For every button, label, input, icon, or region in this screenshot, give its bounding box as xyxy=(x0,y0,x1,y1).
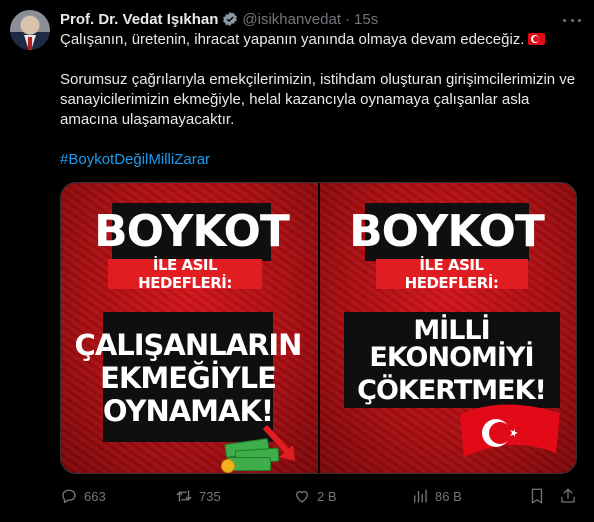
bookmark-icon xyxy=(531,488,543,504)
views-count: 86 B xyxy=(435,488,462,504)
author-name[interactable]: Prof. Dr. Vedat Işıkhan xyxy=(60,11,218,28)
poster-left-subtitle: İLE ASIL HEDEFLERİ: xyxy=(108,256,262,292)
like-button[interactable]: 2 B xyxy=(293,484,337,508)
tweet-header: Prof. Dr. Vedat Işıkhan @isikhanvedat · … xyxy=(60,9,378,29)
tweet-paragraph-2: Sorumsuz çağrılarıyla emekçilerimizin, i… xyxy=(60,71,576,128)
down-arrow-icon xyxy=(262,424,295,461)
poster-left-line: EKMEĞİYLE xyxy=(100,360,277,395)
retweet-button[interactable]: 735 xyxy=(175,484,221,508)
poster-right-line: MİLLİ EKONOMİYİ xyxy=(369,314,534,373)
views-chart-icon xyxy=(414,489,427,503)
share-button[interactable] xyxy=(559,484,577,508)
poster-right-main: MİLLİ EKONOMİYİ ÇÖKERTMEK! xyxy=(343,312,560,408)
tweet-actions: 663 735 2 B 86 B xyxy=(60,484,582,508)
reply-count: 663 xyxy=(84,488,106,504)
media-image-left[interactable]: BOYKOT İLE ASIL HEDEFLERİ: ÇALIŞANLARIN … xyxy=(61,183,318,473)
turkey-flag-icon xyxy=(528,33,546,45)
retweet-icon xyxy=(176,490,192,502)
media-image-right[interactable]: BOYKOT İLE ASIL HEDEFLERİ: MİLLİ EKONOMİ… xyxy=(319,183,576,473)
views-button[interactable]: 86 B xyxy=(411,484,462,508)
more-options-icon[interactable] xyxy=(563,11,581,29)
reply-icon xyxy=(62,489,76,504)
separator-dot: · xyxy=(345,10,351,28)
turkish-flag-icon xyxy=(459,404,560,457)
verified-badge-icon xyxy=(223,11,238,27)
tweet-paragraph-1: Çalışanın, üretenin, ihracat yapanın yan… xyxy=(60,30,580,50)
poster-left-title: BOYKOT xyxy=(94,203,290,261)
poster-right-title: BOYKOT xyxy=(349,203,545,261)
poster-right-subtitle: İLE ASIL HEDEFLERİ: xyxy=(375,256,528,292)
reply-button[interactable]: 663 xyxy=(60,484,106,508)
media-gallery[interactable]: BOYKOT İLE ASIL HEDEFLERİ: ÇALIŞANLARIN … xyxy=(60,182,577,474)
hashtag-link[interactable]: #BoykotDeğilMilliZarar xyxy=(60,150,580,170)
poster-left-main: ÇALIŞANLARIN EKMEĞİYLE OYNAMAK! xyxy=(75,312,302,442)
tweet-time[interactable]: 15s xyxy=(354,11,378,28)
heart-icon xyxy=(296,490,308,503)
poster-left-line: OYNAMAK! xyxy=(102,393,274,428)
retweet-count: 735 xyxy=(199,488,221,504)
bookmark-button[interactable] xyxy=(528,484,546,508)
like-count: 2 B xyxy=(317,488,337,504)
tweet-card[interactable]: Prof. Dr. Vedat Işıkhan @isikhanvedat · … xyxy=(0,0,594,522)
poster-left-line: ÇALIŞANLARIN xyxy=(74,327,303,362)
avatar-tie xyxy=(28,37,32,50)
tweet-line-1: Çalışanın, üretenin, ihracat yapanın yan… xyxy=(60,31,525,48)
share-icon xyxy=(561,488,575,503)
tweet-text: Çalışanın, üretenin, ihracat yapanın yan… xyxy=(60,30,580,190)
author-handle[interactable]: @isikhanvedat xyxy=(242,11,341,28)
author-avatar[interactable] xyxy=(10,10,50,50)
